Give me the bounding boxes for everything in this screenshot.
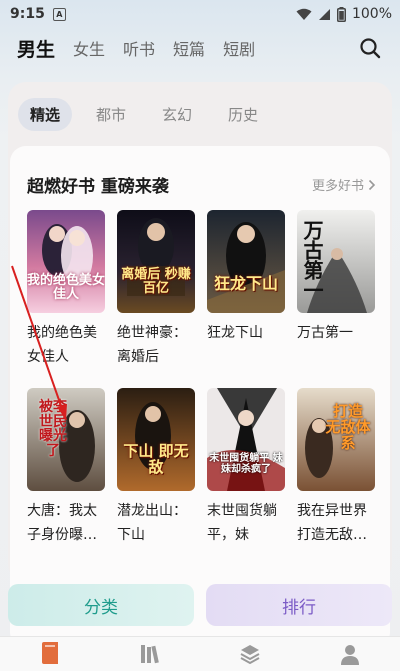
book-cover: 万古第一 xyxy=(297,210,375,313)
nav-profile[interactable] xyxy=(337,641,363,667)
ranking-button[interactable]: 排行 xyxy=(206,584,392,626)
book-card[interactable]: 狂龙下山 狂龙下山 xyxy=(207,210,285,345)
battery-percent: 100% xyxy=(351,6,392,22)
tab-short-story[interactable]: 短篇 xyxy=(173,36,205,60)
main-panel: 精选 都市 玄幻 历史 超燃好书 重磅来袭 更多好书 我的绝色美女佳人 我的绝色… xyxy=(8,82,392,648)
library-icon xyxy=(141,645,159,664)
book-card[interactable]: 万古第一 万古第一 xyxy=(297,210,375,345)
book-card[interactable]: 离婚后 秒赚百亿 绝世神豪：离婚后 xyxy=(117,210,195,369)
notification-icon: A xyxy=(52,7,66,21)
search-icon xyxy=(360,38,381,59)
bookshelf-icon xyxy=(42,642,58,664)
sub-tabs: 精选 都市 玄幻 历史 xyxy=(18,98,282,131)
book-card[interactable]: 下山 即无敌 潜龙出山：下山 xyxy=(117,388,195,547)
book-title: 我的绝色美女佳人 xyxy=(27,325,97,365)
layers-icon xyxy=(240,645,260,665)
more-books-label: 更多好书 xyxy=(311,179,364,194)
tab-short-drama[interactable]: 短剧 xyxy=(223,36,255,60)
subtab-history[interactable]: 历史 xyxy=(216,98,270,131)
battery-icon xyxy=(336,6,346,22)
top-tabs: 男生 女生 听书 短篇 短剧 xyxy=(0,30,400,66)
cover-text: 末世囤货躺平 妹妹却杀疯了 xyxy=(209,453,283,475)
bottom-nav xyxy=(0,636,400,671)
book-card[interactable]: 打造 无敌体系 我在异世界打造无敌体系 xyxy=(297,388,375,547)
section-title: 超燃好书 重磅来袭 xyxy=(27,177,169,197)
subtab-urban[interactable]: 都市 xyxy=(84,98,138,131)
subtab-featured[interactable]: 精选 xyxy=(18,98,73,131)
nav-bookshelf[interactable] xyxy=(37,641,63,667)
book-cover: 我的绝色美女佳人 xyxy=(27,210,105,313)
cover-text: 万古第一 xyxy=(300,220,324,300)
book-cover: 下山 即无敌 xyxy=(117,388,195,491)
cover-text: 下山 即无敌 xyxy=(123,442,189,476)
nav-discover[interactable] xyxy=(237,641,263,667)
book-cover: 末世囤货躺平 妹妹却杀疯了 xyxy=(207,388,285,491)
book-cover: 打造 无敌体系 xyxy=(297,388,375,491)
cover-text: 狂龙下山 xyxy=(213,274,278,293)
profile-icon xyxy=(341,645,359,665)
more-books-link[interactable]: 更多好书 xyxy=(312,175,376,194)
book-card[interactable]: 末世囤货躺平 妹妹却杀疯了 末世囤货躺平，妹 xyxy=(207,388,285,547)
book-title: 万古第一 xyxy=(297,325,353,341)
wifi-icon xyxy=(296,8,312,20)
book-title: 大唐：我太子身份曝光了 xyxy=(27,503,97,543)
book-title: 末世囤货躺平，妹 xyxy=(207,503,277,543)
featured-card: 超燃好书 重磅来袭 更多好书 我的绝色美女佳人 我的绝色美女佳人 离婚后 秒赚百… xyxy=(10,146,390,648)
book-title: 潜龙出山：下山 xyxy=(117,503,187,543)
book-cover: 离婚后 秒赚百亿 xyxy=(117,210,195,313)
chevron-right-icon xyxy=(368,179,376,190)
subtab-fantasy[interactable]: 玄幻 xyxy=(150,98,204,131)
tab-female[interactable]: 女生 xyxy=(73,36,105,60)
card-header: 超燃好书 重磅来袭 更多好书 xyxy=(27,172,376,197)
status-time: 9:15 xyxy=(10,6,45,22)
book-title: 我在异世界打造无敌体系 xyxy=(297,503,367,543)
book-title: 狂龙下山 xyxy=(207,325,263,341)
cover-text: 被李世民曝光了 xyxy=(39,399,67,460)
nav-library[interactable] xyxy=(137,641,163,667)
cover-text: 打造 无敌体系 xyxy=(325,402,371,452)
signal-icon xyxy=(318,8,330,20)
cover-text: 离婚后 秒赚百亿 xyxy=(121,267,191,296)
status-right: 100% xyxy=(296,6,392,22)
book-title: 绝世神豪：离婚后 xyxy=(117,325,187,365)
book-card[interactable]: 我的绝色美女佳人 我的绝色美女佳人 xyxy=(27,210,105,369)
search-button[interactable] xyxy=(358,36,382,60)
book-cover: 狂龙下山 xyxy=(207,210,285,313)
book-card[interactable]: 被李世民曝光了 大唐：我太子身份曝光了 xyxy=(27,388,105,547)
book-cover: 被李世民曝光了 xyxy=(27,388,105,491)
bottom-buttons: 分类 排行 xyxy=(8,584,392,626)
tab-male[interactable]: 男生 xyxy=(17,35,55,62)
status-bar: 9:15 A 100% xyxy=(0,0,400,28)
cover-text: 我的绝色美女佳人 xyxy=(27,273,105,302)
category-button[interactable]: 分类 xyxy=(8,584,194,626)
tab-audiobook[interactable]: 听书 xyxy=(123,36,155,60)
